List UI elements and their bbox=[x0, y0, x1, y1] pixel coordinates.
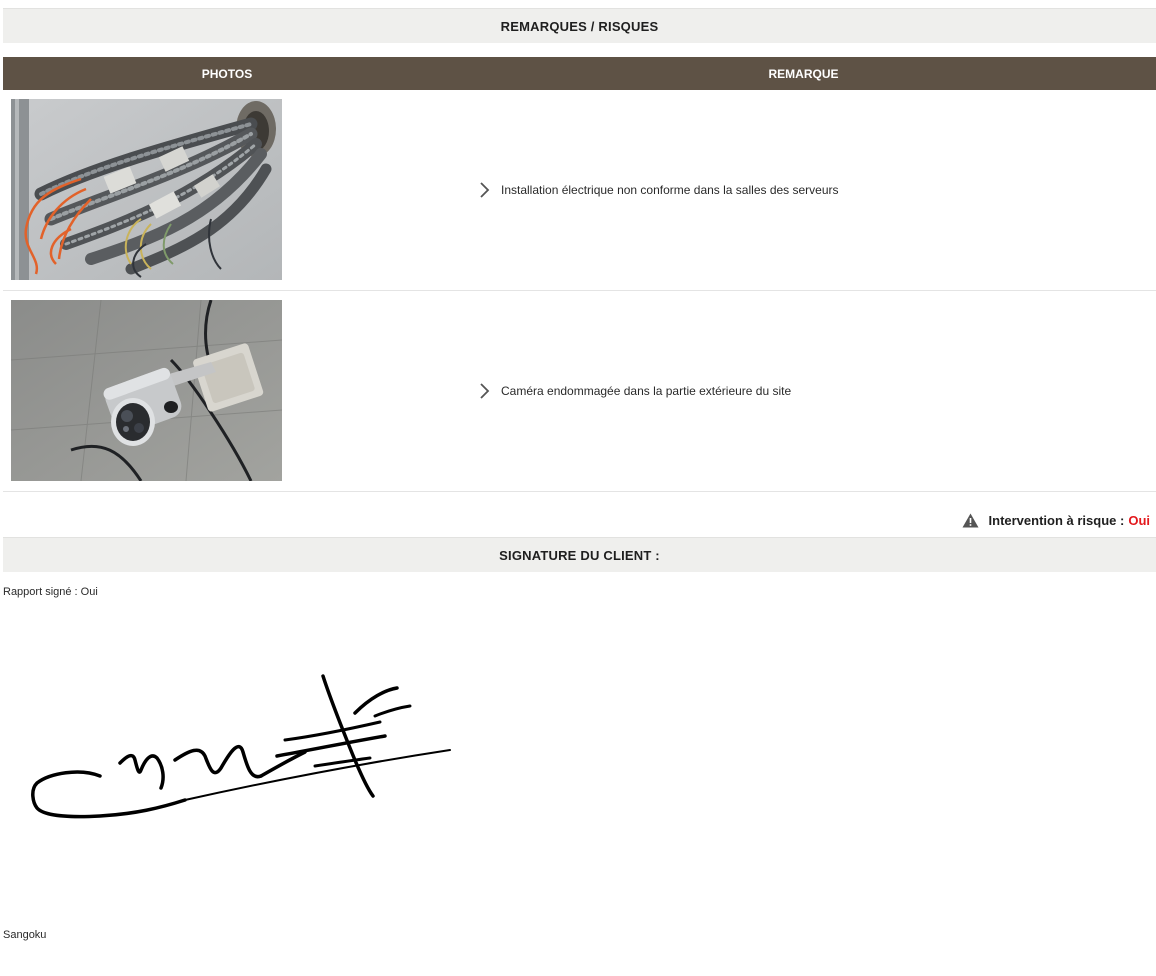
table-row: Caméra endommagée dans la partie extérie… bbox=[3, 291, 1156, 492]
risk-label: Intervention à risque : bbox=[988, 512, 1125, 528]
handwritten-signature bbox=[25, 668, 455, 828]
signature-section-title-text: SIGNATURE DU CLIENT : bbox=[499, 547, 660, 563]
risk-indicator: Intervention à risque : Oui bbox=[962, 510, 1150, 530]
remarks-table-header: PHOTOS REMARQUE bbox=[3, 57, 1156, 90]
remarks-section-title: REMARQUES / RISQUES bbox=[3, 8, 1156, 43]
signed-status: Rapport signé : Oui bbox=[3, 586, 98, 598]
signer-name: Sangoku bbox=[3, 929, 47, 941]
photos-column-header: PHOTOS bbox=[201, 66, 253, 81]
risk-value: Oui bbox=[1128, 512, 1150, 528]
remark-text: Caméra endommagée dans la partie extérie… bbox=[501, 384, 792, 398]
chevron-right-icon bbox=[480, 182, 490, 198]
remark-cell: Caméra endommagée dans la partie extérie… bbox=[451, 383, 1156, 399]
signature-section-title: SIGNATURE DU CLIENT : bbox=[3, 537, 1156, 572]
damaged-camera-photo[interactable] bbox=[11, 300, 282, 481]
remark-text: Installation électrique non conforme dan… bbox=[501, 183, 839, 197]
electrical-wiring-photo[interactable] bbox=[11, 99, 282, 280]
photo-cell bbox=[3, 90, 451, 290]
photo-cell bbox=[3, 291, 451, 491]
chevron-right-icon bbox=[480, 383, 490, 399]
remark-cell: Installation électrique non conforme dan… bbox=[451, 182, 1156, 198]
remark-column-header: REMARQUE bbox=[768, 66, 839, 81]
warning-icon bbox=[962, 513, 979, 527]
table-row: Installation électrique non conforme dan… bbox=[3, 90, 1156, 291]
remarks-section-title-text: REMARQUES / RISQUES bbox=[500, 18, 659, 34]
